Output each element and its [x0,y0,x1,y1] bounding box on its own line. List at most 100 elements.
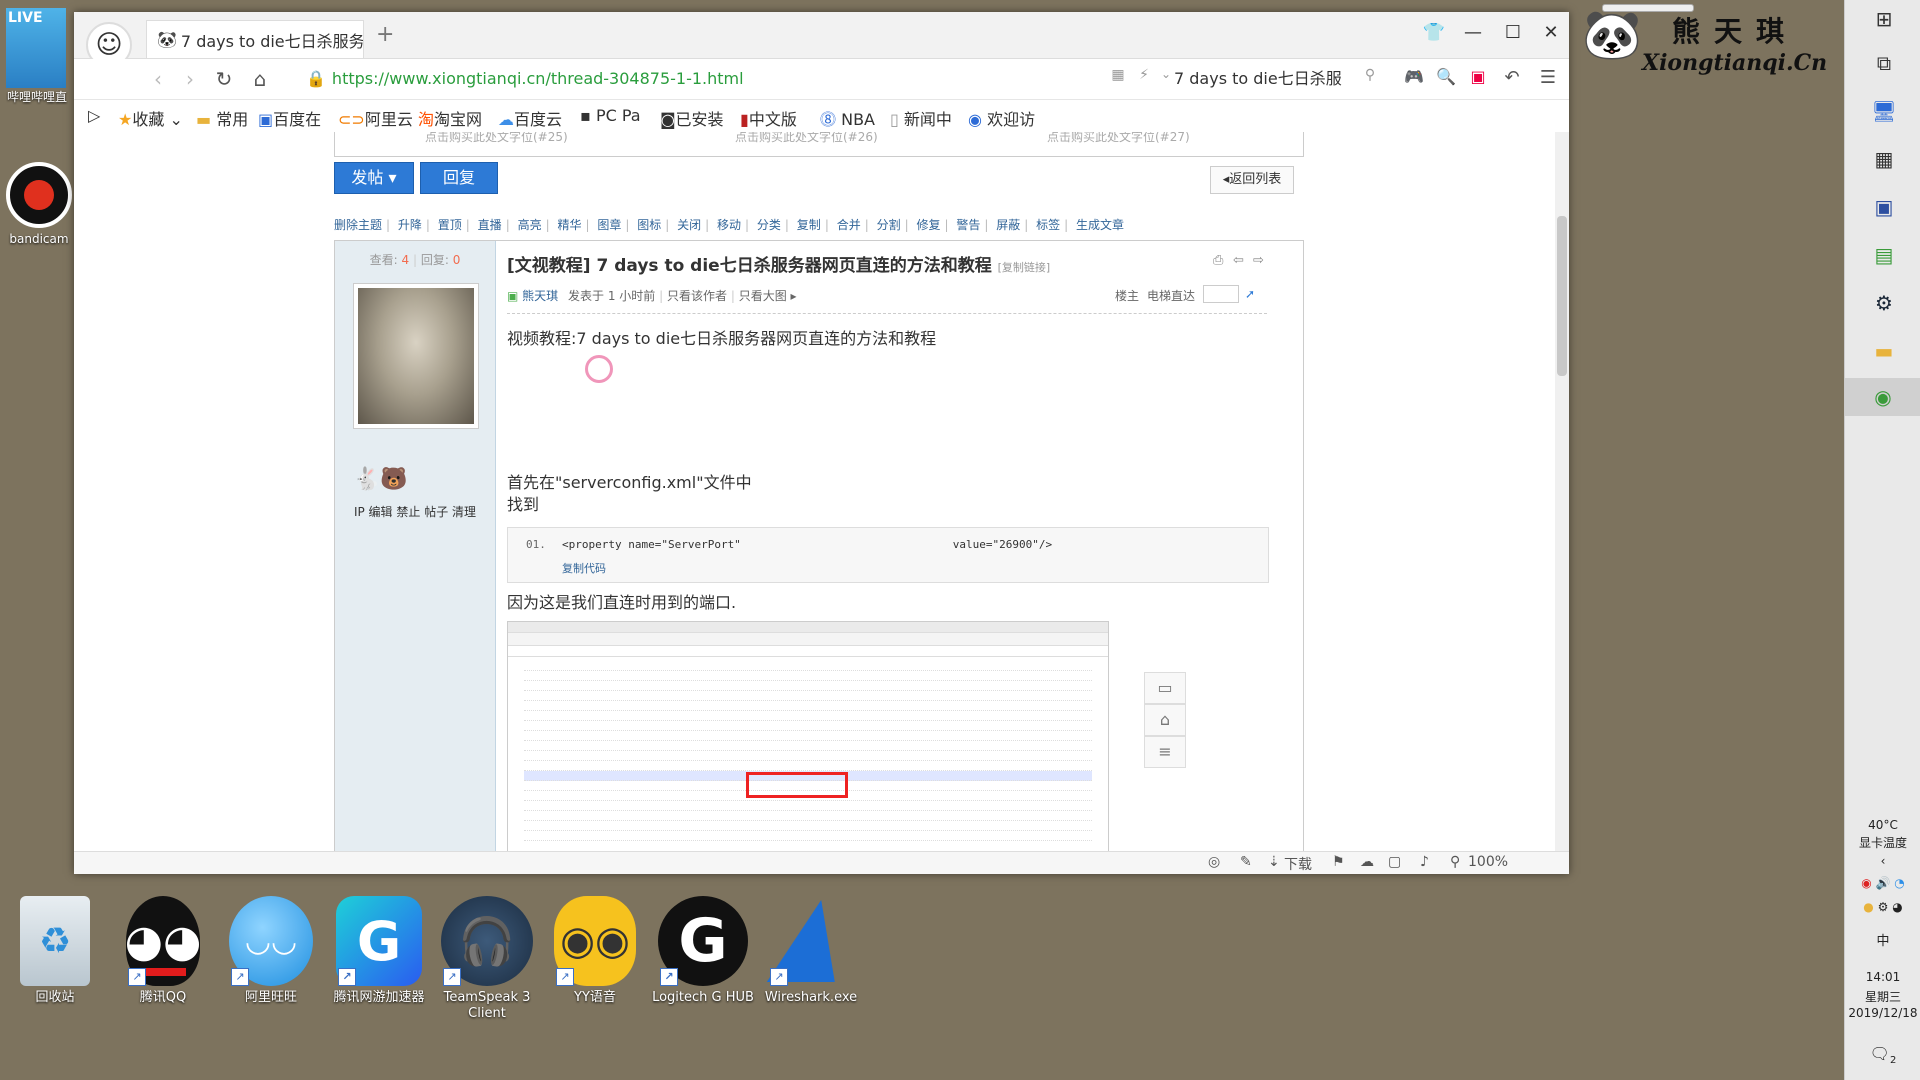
browser-taskbar-icon[interactable]: ◉ [1845,378,1920,416]
mod-action[interactable]: 屏蔽 [996,218,1020,232]
network-tray-icon[interactable]: ◔ [1894,876,1904,890]
back-to-top-button[interactable]: ⌂ [1144,704,1186,736]
cloud-status-icon[interactable]: ☁ [1360,854,1374,870]
mod-action[interactable]: 置顶 [438,218,462,232]
mod-action[interactable]: 升降 [398,218,422,232]
volume-icon[interactable]: 🔊 [1876,876,1891,890]
bookmark-nba[interactable]: ⓼ NBA [820,106,875,130]
desktop-icon-aliwangwang[interactable]: ◡◡ ↗ 阿里旺旺 [216,896,326,1006]
tray-expand-icon[interactable]: ‹ [1845,854,1920,868]
download-icon[interactable]: ⇣ [1268,854,1280,870]
clock-weekday[interactable]: 星期三 [1845,988,1920,1005]
mod-action[interactable]: 移动 [717,218,741,232]
mod-action[interactable]: 高亮 [518,218,542,232]
steam-icon[interactable]: ⚙ [1869,288,1899,318]
speedup-icon[interactable]: ◎ [1208,854,1220,870]
bear-medal-icon[interactable]: 🐻 [380,467,407,492]
scrollbar-thumb[interactable] [1557,216,1567,376]
bookmark-common[interactable]: ▬ 常用 [196,106,248,130]
prev-thread-icon[interactable]: ⇦ [1233,253,1244,268]
new-tab-icon[interactable]: + [376,22,394,47]
bookmark-installed[interactable]: ◙已安装 [660,106,724,130]
mod-action[interactable]: 警告 [956,218,980,232]
maximize-icon[interactable]: ☐ [1498,22,1528,43]
copy-link[interactable]: [复制链接] [998,261,1051,274]
url-field[interactable]: 🔒 https://www.xiongtianqi.cn/thread-30487… [306,67,744,91]
bookmark-baidu-translate[interactable]: ▣百度在 [258,106,321,130]
menu-icon[interactable]: ☰ [1534,67,1562,88]
calculator-icon[interactable]: ▦ [1869,144,1899,174]
desktop-icon-teamspeak[interactable]: 🎧 ↗ TeamSpeak 3 Client [432,896,542,1022]
back-to-list-button[interactable]: ◂返回列表 [1210,166,1294,194]
mod-action[interactable]: 分类 [757,218,781,232]
bookmark-baiduyun[interactable]: ☁百度云 [498,106,562,130]
mod-action[interactable]: 直播 [478,218,502,232]
search-input[interactable]: 7 days to die七日杀服 [1174,65,1364,93]
pin-icon[interactable]: ✎ [1240,854,1252,870]
clock-time[interactable]: 14:01 [1845,970,1920,984]
back-icon[interactable]: ‹ [144,67,172,91]
windows-start-icon[interactable]: ⊞ [1869,4,1899,34]
print-icon[interactable]: ⎙ [1213,253,1223,268]
qq-tray-icon[interactable]: ◕ [1892,900,1902,914]
desktop-icon-tencent-accelerator[interactable]: G ↗ 腾讯网游加速器 [324,896,434,1006]
bookmark-pc[interactable]: ▪ PC Pa [580,106,641,125]
zoom-icon[interactable]: ⚲ [1450,854,1460,870]
mod-action[interactable]: 复制 [797,218,821,232]
mod-action[interactable]: 合并 [837,218,861,232]
mod-action[interactable]: 关闭 [677,218,701,232]
forward-icon[interactable]: › [176,67,204,91]
home-icon[interactable]: ⌂ [246,67,274,91]
reply-button[interactable]: 回复 [420,162,498,194]
bookmark-taobao[interactable]: 淘淘宝网 [418,106,482,130]
notification-center-icon[interactable]: 🗨2 [1845,1044,1920,1066]
minimize-icon[interactable]: — [1458,22,1488,43]
config-screenshot-image[interactable] [507,621,1109,858]
only-big-images-link[interactable]: 只看大图 [739,289,787,303]
sound-status-icon[interactable]: ♪ [1420,854,1429,870]
close-window-icon[interactable]: ✕ [1536,22,1566,43]
app-r-icon[interactable]: ▣ [1869,192,1899,222]
mod-action[interactable]: 标签 [1036,218,1060,232]
steam-tray-icon[interactable]: ⚙ [1878,900,1889,914]
bookmark-favorites[interactable]: ★收藏 ⌄ [118,106,183,130]
desktop-icon-wireshark[interactable]: ↗ Wireshark.exe [756,896,866,1006]
flag-status-icon[interactable]: ⚑ [1332,854,1345,870]
sidebar-toggle-icon[interactable]: ▷ [88,106,100,125]
new-post-button[interactable]: 发帖 ▾ [334,162,414,194]
list-side-button[interactable]: ≡ [1144,736,1186,768]
bookmark-chinese[interactable]: ▮中文版 [740,106,797,130]
mod-action[interactable]: 删除主题 [334,218,382,232]
bookmark-welcome[interactable]: ◉ 欢迎访 [968,106,1035,130]
next-thread-icon[interactable]: ⇨ [1253,253,1264,268]
author-avatar[interactable] [353,283,479,429]
mod-action[interactable]: 分割 [877,218,901,232]
ad-slot[interactable]: 点击购买此处文字位(#25) [425,132,568,145]
undo-icon[interactable]: ↶ [1498,67,1526,88]
reload-icon[interactable]: ↻ [210,67,238,91]
user-admin-links[interactable]: IP 编辑 禁止 帖子 清理 [335,503,495,520]
game-icon[interactable]: 🎮 [1400,67,1428,86]
go-arrow-icon[interactable]: ➚ [1245,287,1255,301]
tab-active[interactable]: 🐼 7 days to die七日杀服务 × [146,20,364,58]
record-tray-icon[interactable]: ◉ [1861,876,1871,890]
file-explorer-icon[interactable]: ▬ [1869,336,1899,366]
zoom-search-icon[interactable]: 🔍 [1432,67,1460,86]
desktop-icon-qq[interactable]: ◕◕ ↗ 腾讯QQ [108,896,218,1006]
elevator-input[interactable] [1203,285,1239,303]
zoom-level[interactable]: 100% [1468,854,1508,870]
mod-action[interactable]: 精华 [557,218,581,232]
rabbit-medal-icon[interactable]: 🐇 [353,467,380,492]
bookmark-news[interactable]: ▯ 新闻中 [890,106,952,130]
mod-action[interactable]: 修复 [916,218,940,232]
desktop-icon-recycle-bin[interactable]: ♻ 回收站 [0,896,110,1006]
qr-icon[interactable]: ▦ [1104,67,1132,83]
comment-side-button[interactable]: ▭ [1144,672,1186,704]
desktop-icon-yy[interactable]: ◉◉ ↗ YY语音 [540,896,650,1006]
mod-action[interactable]: 图章 [597,218,621,232]
yy-tray-icon[interactable]: ● [1863,900,1873,914]
ad-slot[interactable]: 点击购买此处文字位(#26) [735,132,878,145]
remote-desktop-icon[interactable]: 🖥 [1869,96,1899,126]
author-name[interactable]: 熊天琪 [522,289,558,303]
shirt-skin-icon[interactable]: 👕 [1419,22,1449,43]
